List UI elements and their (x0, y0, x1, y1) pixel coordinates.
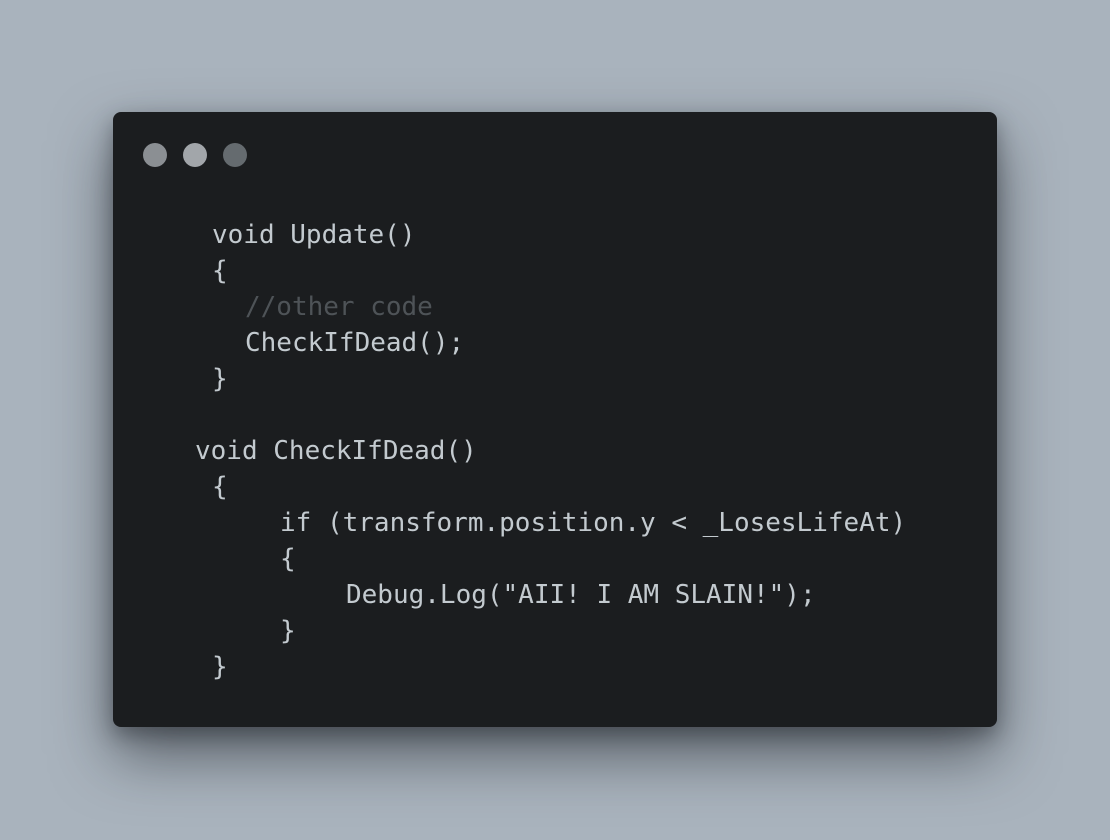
code-line-12: } (212, 652, 228, 682)
code-line-11: } (280, 616, 296, 646)
code-line-9: { (280, 544, 296, 574)
code-window: void Update() { //other code CheckIfDead… (113, 112, 997, 727)
code-line-6: void CheckIfDead() (195, 436, 477, 466)
code-line-10: Debug.Log("AII! I AM SLAIN!"); (346, 580, 816, 610)
code-line-5: } (212, 364, 228, 394)
code-line-8: if (transform.position.y < _LosesLifeAt) (280, 508, 907, 538)
code-line-3-comment: //other code (245, 292, 433, 322)
code-line-1: void Update() (212, 220, 416, 250)
code-line-2: { (212, 256, 228, 286)
code-line-7: { (212, 472, 228, 502)
code-block: void Update() { //other code CheckIfDead… (113, 112, 997, 727)
code-line-4: CheckIfDead(); (245, 328, 465, 358)
